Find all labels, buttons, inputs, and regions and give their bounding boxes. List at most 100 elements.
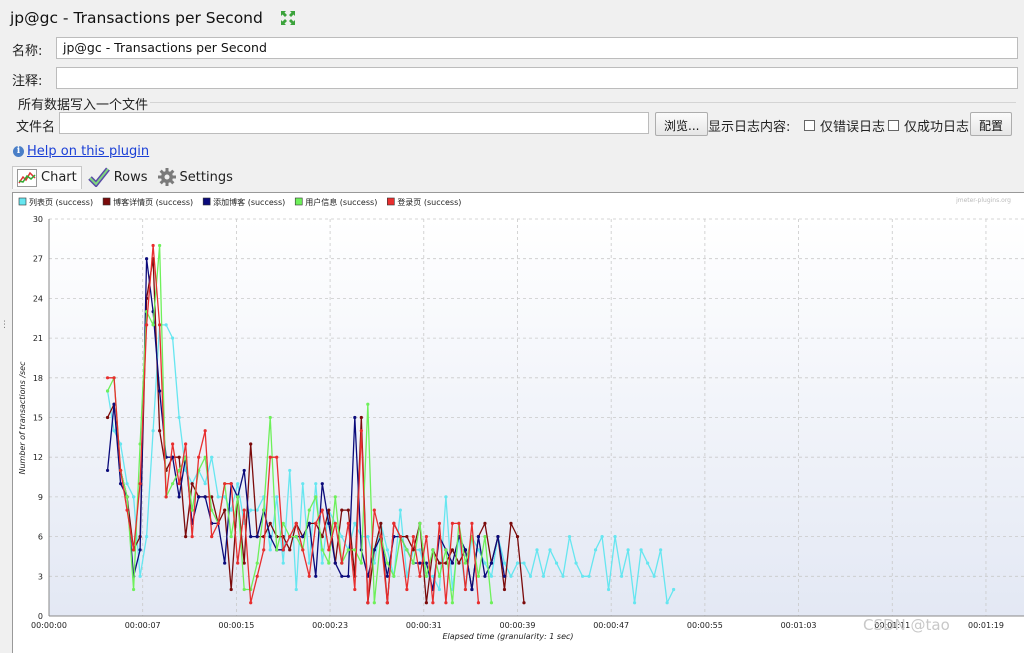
tps-line-chart: 列表页 (success) 博客详情页 (success) 添加博客 (succes… (13, 193, 1024, 653)
data-point (112, 429, 116, 433)
data-point (483, 574, 487, 578)
data-point (444, 548, 448, 552)
data-point (197, 495, 201, 499)
data-point (437, 574, 441, 578)
data-point (659, 548, 663, 552)
data-point (145, 323, 149, 327)
data-point (281, 561, 285, 565)
tab-chart-label: Chart (41, 170, 77, 185)
data-point (340, 574, 344, 578)
configure-button[interactable]: 配置 (970, 112, 1013, 136)
data-point (236, 495, 240, 499)
data-point (242, 508, 246, 512)
data-point (255, 535, 259, 539)
filename-input[interactable] (59, 112, 649, 134)
x-tick-label: 00:00:23 (312, 621, 348, 630)
data-point (548, 548, 552, 552)
expand-icon[interactable] (280, 11, 295, 25)
data-point (346, 574, 350, 578)
tab-settings[interactable]: Settings (154, 166, 237, 188)
y-tick-label: 12 (33, 453, 43, 462)
data-point (105, 415, 110, 420)
success-only-label: 仅成功日志 (904, 120, 970, 135)
data-point (346, 521, 350, 525)
legend-swatch (102, 197, 111, 206)
legend-label: 列表页 (success) (29, 197, 93, 207)
help-row: i Help on this plugin (13, 144, 149, 159)
data-point (424, 601, 428, 605)
data-point (327, 508, 331, 512)
data-point (437, 521, 441, 525)
data-point (255, 574, 259, 578)
data-point (476, 535, 481, 539)
name-label: 名称: (12, 44, 43, 59)
data-point (158, 323, 162, 327)
gear-icon (157, 168, 176, 186)
data-point (223, 508, 227, 512)
success-only-box[interactable] (888, 120, 899, 131)
data-point (164, 495, 168, 499)
data-point (242, 468, 246, 473)
data-point (366, 535, 370, 539)
data-point (268, 455, 272, 459)
x-tick-label: 00:00:55 (687, 621, 723, 630)
data-point (229, 587, 233, 592)
data-point (229, 482, 233, 486)
data-point (288, 535, 292, 539)
data-point (385, 601, 389, 605)
data-point (372, 601, 376, 605)
tab-rows[interactable]: Rows (84, 165, 152, 189)
name-input[interactable]: jp@gc - Transactions per Second (56, 37, 1018, 59)
data-point (502, 561, 507, 565)
browse-button[interactable]: 浏览... (655, 112, 709, 136)
data-point (437, 561, 441, 565)
x-tick-label: 00:01:03 (781, 621, 817, 630)
data-point (587, 574, 591, 578)
data-point (177, 415, 181, 420)
data-point (288, 468, 292, 473)
data-point (444, 495, 448, 499)
data-point (177, 468, 181, 473)
data-point (236, 482, 240, 486)
data-point (340, 561, 344, 565)
data-point (489, 574, 494, 578)
data-point (561, 574, 565, 578)
data-point (359, 561, 363, 565)
data-point (118, 482, 123, 486)
data-point (366, 601, 370, 605)
data-point (509, 521, 513, 525)
success-only-checkbox[interactable]: 仅成功日志 (888, 116, 969, 135)
data-point (177, 455, 181, 459)
comment-input[interactable] (56, 67, 1018, 89)
data-point (535, 548, 539, 552)
tab-chart[interactable]: Chart (12, 165, 82, 189)
data-point (268, 535, 272, 539)
watermark: jmeter-plugins.org (955, 197, 1011, 204)
side-resize-handle[interactable]: ⋮ (0, 320, 9, 330)
view-tabs: Chart Rows Settings (12, 164, 239, 190)
legend-label: 用户信息 (success) (305, 197, 377, 207)
data-point (112, 402, 116, 406)
errors-only-box[interactable] (804, 120, 815, 131)
data-point (216, 495, 220, 499)
data-point (294, 535, 298, 539)
data-point (164, 323, 168, 327)
data-point (268, 415, 272, 420)
data-point (112, 376, 116, 380)
data-point (255, 561, 259, 565)
x-tick-label: 00:00:47 (593, 621, 629, 630)
data-point (457, 521, 461, 525)
data-point (385, 561, 389, 565)
y-tick-label: 3 (38, 572, 43, 581)
data-point (118, 442, 123, 446)
data-point (131, 548, 136, 552)
data-point (528, 574, 533, 578)
data-point (353, 587, 357, 592)
help-link[interactable]: Help on this plugin (27, 144, 149, 159)
data-point (379, 535, 383, 539)
errors-only-checkbox[interactable]: 仅错误日志 (804, 116, 885, 135)
y-tick-label: 18 (33, 374, 43, 383)
data-point (262, 508, 266, 512)
data-point (171, 482, 175, 486)
data-point (483, 561, 487, 565)
